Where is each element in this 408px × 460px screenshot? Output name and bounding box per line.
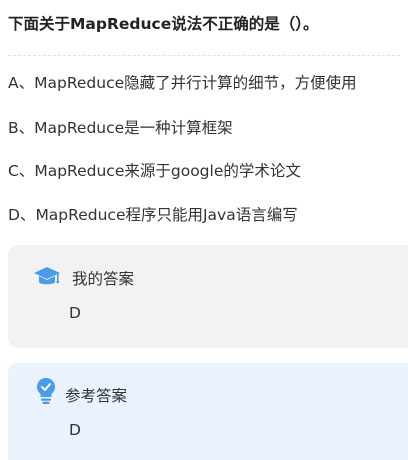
my-answer-card: 我的答案 D xyxy=(8,245,408,348)
option-b[interactable]: B、MapReduce是一种计算框架 xyxy=(8,117,406,139)
title-divider xyxy=(8,55,400,56)
option-letter: B、 xyxy=(8,119,35,137)
lightbulb-icon xyxy=(37,378,55,404)
reference-answer-label: 参考答案 xyxy=(65,387,128,405)
option-c[interactable]: C、MapReduce来源于google的学术论文 xyxy=(8,160,406,182)
option-a[interactable]: A、MapReduce隐藏了并行计算的细节，方便使用 xyxy=(8,72,406,94)
graduation-cap-icon xyxy=(34,267,60,285)
option-text: MapReduce来源于google的学术论文 xyxy=(34,162,301,180)
my-answer-value: D xyxy=(69,304,81,322)
option-letter: C、 xyxy=(8,162,35,180)
option-text: MapReduce是一种计算框架 xyxy=(34,119,233,137)
question-title: 下面关于MapReduce说法不正确的是（）。 xyxy=(8,15,319,33)
option-text: MapReduce隐藏了并行计算的细节，方便使用 xyxy=(34,74,357,92)
option-letter: A、 xyxy=(8,74,35,92)
option-d[interactable]: D、MapReduce程序只能用Java语言编写 xyxy=(8,204,406,226)
question-page: 下面关于MapReduce说法不正确的是（）。 A、MapReduce隐藏了并行… xyxy=(0,0,408,460)
reference-answer-value: D xyxy=(69,421,81,439)
option-letter: D、 xyxy=(8,206,36,224)
reference-answer-card: 参考答案 D xyxy=(8,363,408,460)
option-text: MapReduce程序只能用Java语言编写 xyxy=(35,206,298,224)
my-answer-label: 我的答案 xyxy=(72,270,135,288)
